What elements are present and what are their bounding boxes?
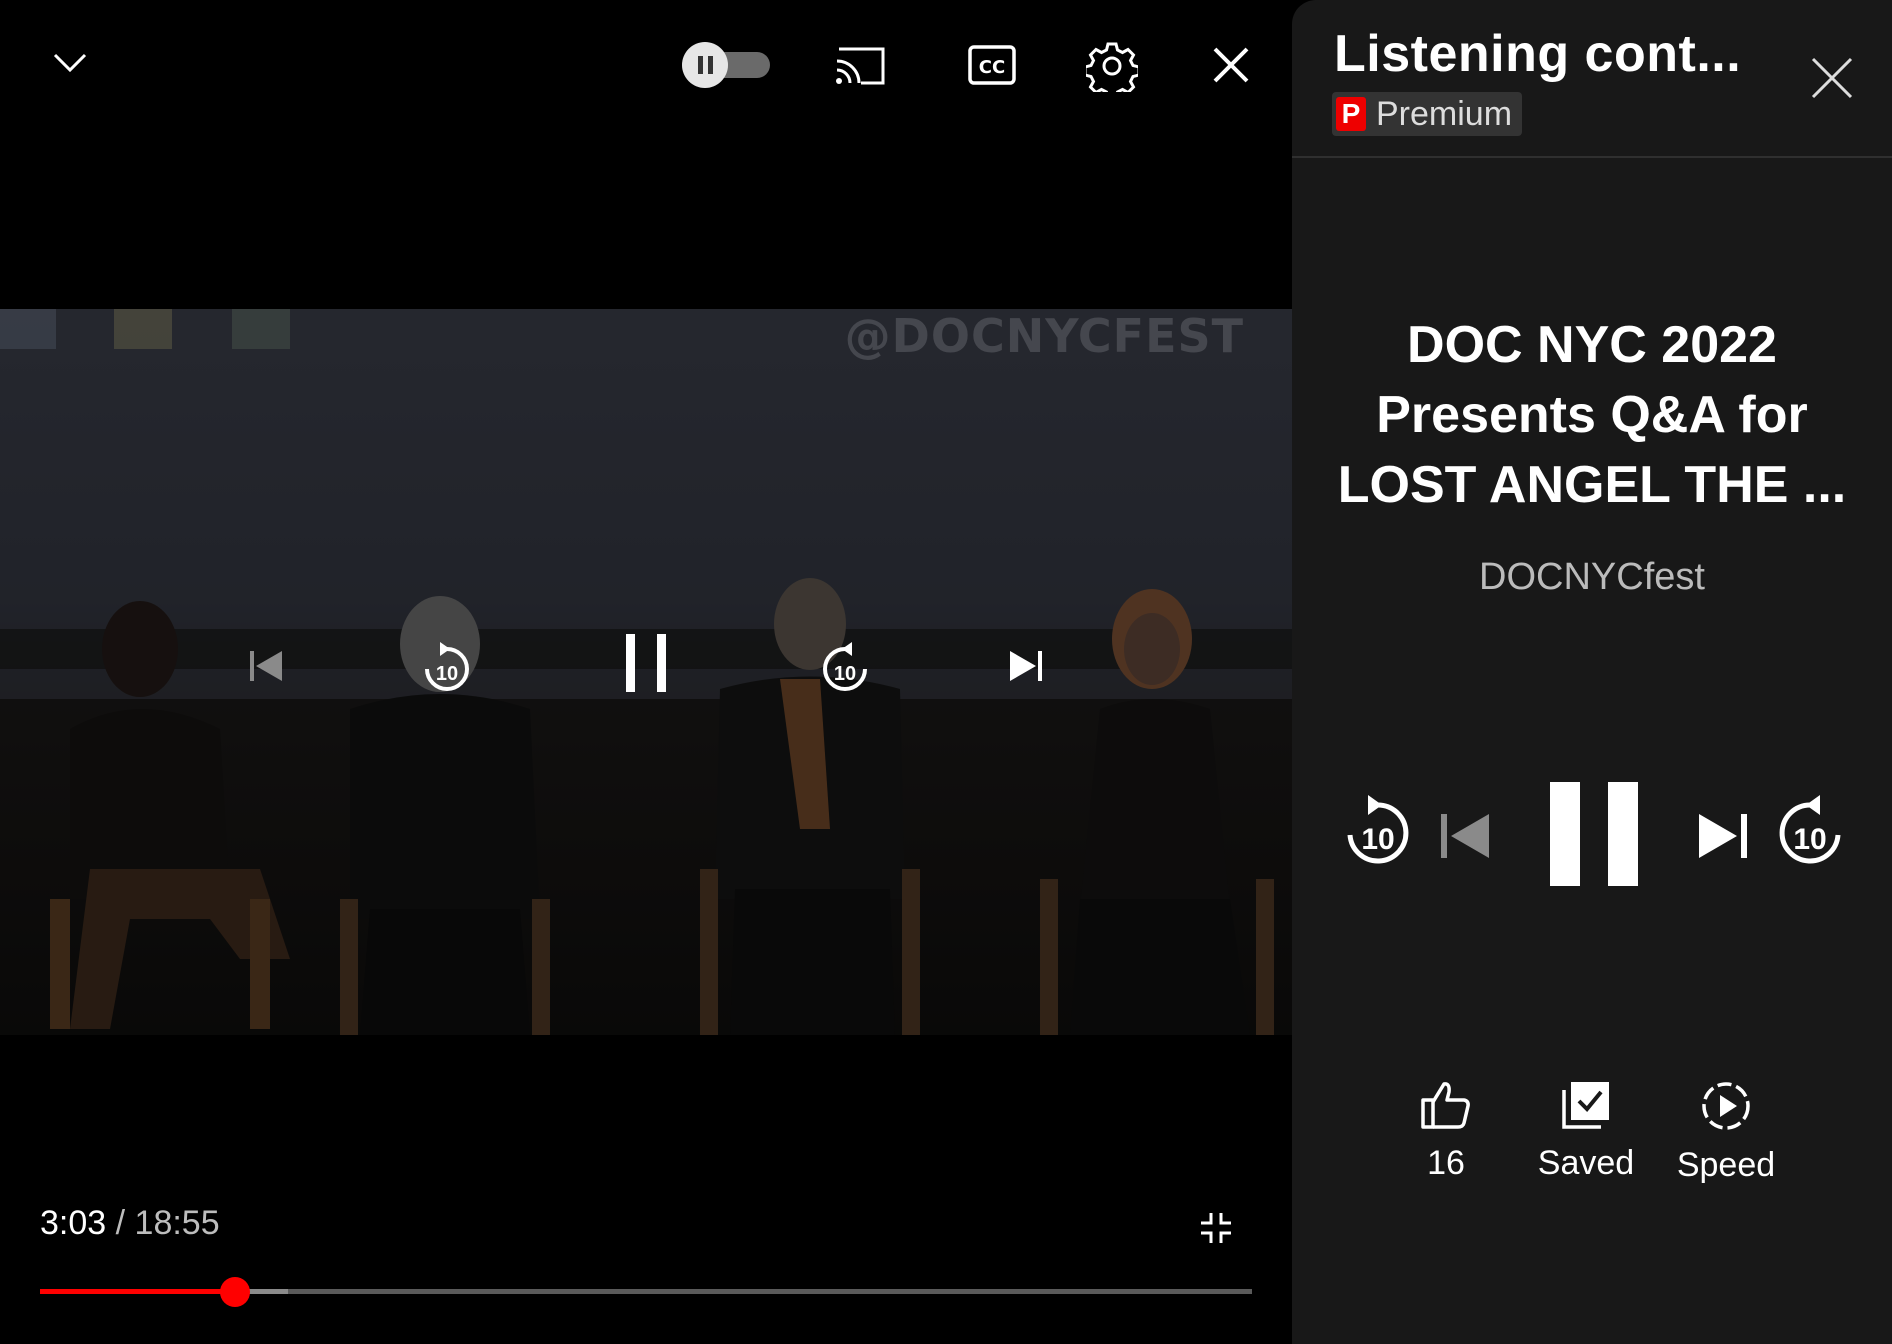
like-button[interactable]: 16 — [1381, 1080, 1511, 1183]
video-title: DOC NYC 2022 Presents Q&A for LOST ANGEL… — [1322, 310, 1862, 520]
current-time: 3:03 — [40, 1204, 107, 1242]
skip-next-icon — [1699, 814, 1747, 858]
captions-button[interactable]: CC — [964, 40, 1020, 90]
seek-bar[interactable] — [40, 1277, 1252, 1307]
svg-text:10: 10 — [834, 663, 856, 685]
exit-fullscreen-icon — [1201, 1213, 1231, 1243]
panel-title: Listening cont... — [1334, 25, 1742, 83]
saved-playlist-icon — [1562, 1082, 1609, 1129]
like-count: 16 — [1427, 1144, 1465, 1182]
duration: 18:55 — [134, 1204, 220, 1242]
listening-panel: Listening cont... P Premium DOC NYC 2022… — [1292, 0, 1892, 1344]
skip-previous-icon — [250, 651, 282, 681]
close-panel-button[interactable] — [1804, 50, 1860, 106]
chevron-down-icon — [53, 53, 87, 73]
premium-logo-icon: P — [1336, 97, 1366, 131]
forward-10-icon: 10 — [823, 642, 867, 691]
playback-speed-icon — [1702, 1082, 1750, 1130]
panel-next-button[interactable] — [1690, 800, 1756, 872]
video-title-line: DOC NYC 2022 — [1407, 316, 1777, 374]
forward-10-icon: 10 — [1779, 795, 1841, 864]
settings-button[interactable] — [1084, 38, 1140, 94]
closed-captions-icon: CC — [968, 45, 1016, 85]
forward-10-button[interactable]: 10 — [798, 622, 892, 710]
saved-label: Saved — [1537, 1144, 1635, 1182]
autoplay-toggle[interactable] — [680, 42, 774, 88]
close-icon — [1811, 57, 1853, 99]
pause-icon — [1550, 782, 1638, 886]
collapse-button[interactable] — [40, 38, 100, 88]
thumbs-up-icon — [1421, 1082, 1470, 1129]
replay-10-icon: 10 — [1347, 795, 1409, 864]
panel-forward-10-button[interactable]: 10 — [1770, 786, 1850, 876]
pause-icon — [626, 634, 666, 692]
video-frame[interactable]: @DOCNYCFEST 10 10 — [0, 309, 1292, 1035]
replay-10-icon: 10 — [425, 642, 469, 691]
svg-text:10: 10 — [1793, 823, 1826, 856]
play-pause-button[interactable] — [582, 599, 710, 727]
skip-previous-icon — [1441, 814, 1489, 858]
exit-fullscreen-button[interactable] — [1194, 1206, 1238, 1250]
autoplay-pause-icon — [682, 42, 770, 88]
skip-next-icon — [1010, 651, 1042, 681]
premium-badge: P Premium — [1332, 92, 1523, 136]
gear-icon — [1086, 42, 1138, 92]
seek-bar-scrubber[interactable] — [220, 1277, 251, 1307]
video-title-line: Presents Q&A for — [1376, 386, 1808, 444]
channel-name[interactable]: DOCNYCfest — [1292, 556, 1892, 599]
next-video-button[interactable] — [982, 622, 1070, 710]
svg-text:10: 10 — [436, 663, 458, 685]
close-icon — [1213, 47, 1249, 83]
cast-icon — [836, 47, 885, 85]
svg-text:10: 10 — [1361, 823, 1394, 856]
panel-play-pause-button[interactable] — [1536, 772, 1652, 896]
premium-label: Premium — [1376, 94, 1513, 133]
close-player-button[interactable] — [1206, 40, 1256, 90]
time-separator: / — [106, 1204, 135, 1242]
seek-bar-played — [40, 1289, 236, 1294]
rewind-10-button[interactable]: 10 — [400, 622, 494, 710]
time-display: 3:03 / 18:55 — [40, 1204, 220, 1243]
cast-button[interactable] — [832, 40, 888, 90]
svg-text:CC: CC — [979, 57, 1005, 78]
panel-divider — [1292, 156, 1892, 158]
panel-previous-button[interactable] — [1432, 800, 1498, 872]
previous-video-button[interactable] — [222, 622, 310, 710]
speed-button[interactable]: Speed — [1661, 1080, 1791, 1185]
video-title-line: LOST ANGEL THE ... — [1337, 456, 1847, 514]
panel-rewind-10-button[interactable]: 10 — [1338, 786, 1418, 876]
save-button[interactable]: Saved — [1521, 1080, 1651, 1183]
video-player[interactable]: CC @DOCNYCFEST 10 10 3:03 / 18:55 — [0, 0, 1292, 1344]
speed-label: Speed — [1676, 1146, 1776, 1184]
